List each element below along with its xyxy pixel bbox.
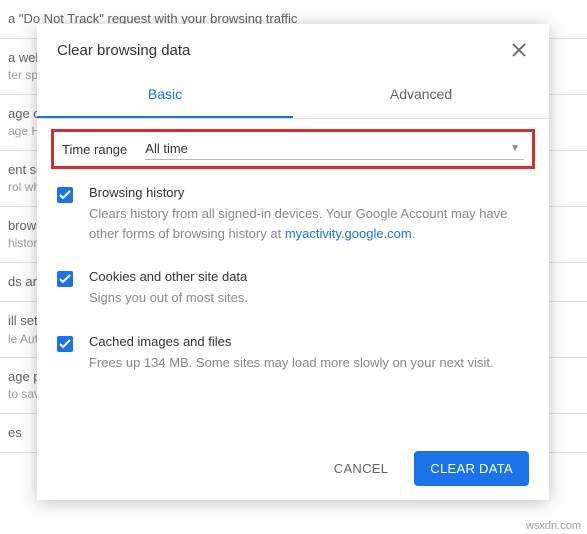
option-cache: Cached images and files Frees up 134 MB.… bbox=[57, 334, 529, 373]
time-range-highlight: Time range All time ▼ bbox=[51, 129, 535, 169]
option-body: Browsing history Clears history from all… bbox=[89, 185, 529, 243]
checkbox-cache[interactable] bbox=[57, 336, 73, 352]
option-body: Cookies and other site data Signs you ou… bbox=[89, 269, 248, 308]
options-list: Browsing history Clears history from all… bbox=[37, 175, 549, 398]
option-desc: Clears history from all signed-in device… bbox=[89, 204, 529, 243]
check-icon bbox=[59, 339, 71, 349]
option-title: Browsing history bbox=[89, 185, 529, 200]
tab-advanced[interactable]: Advanced bbox=[293, 72, 549, 118]
option-title: Cached images and files bbox=[89, 334, 494, 349]
tabs: Basic Advanced bbox=[37, 72, 549, 119]
check-icon bbox=[59, 274, 71, 284]
checkbox-browsing-history[interactable] bbox=[57, 187, 73, 203]
time-range-label: Time range bbox=[62, 142, 127, 157]
option-title: Cookies and other site data bbox=[89, 269, 248, 284]
myactivity-link[interactable]: myactivity.google.com bbox=[285, 226, 412, 241]
option-body: Cached images and files Frees up 134 MB.… bbox=[89, 334, 494, 373]
attribution-text: wsxdn.com bbox=[526, 520, 581, 532]
option-desc: Frees up 134 MB. Some sites may load mor… bbox=[89, 353, 494, 373]
dialog-title: Clear browsing data bbox=[57, 42, 190, 59]
time-range-select[interactable]: All time ▼ bbox=[145, 138, 524, 160]
check-icon bbox=[59, 190, 71, 200]
dialog-header: Clear browsing data bbox=[37, 24, 549, 60]
checkbox-cookies[interactable] bbox=[57, 271, 73, 287]
tab-basic[interactable]: Basic bbox=[37, 72, 293, 118]
desc-suffix: . bbox=[412, 226, 416, 241]
chevron-down-icon: ▼ bbox=[510, 143, 520, 154]
dialog-footer: CANCEL CLEAR DATA bbox=[37, 437, 549, 500]
option-desc: Signs you out of most sites. bbox=[89, 288, 248, 308]
clear-browsing-data-dialog: Clear browsing data Basic Advanced Time … bbox=[37, 24, 549, 500]
option-cookies: Cookies and other site data Signs you ou… bbox=[57, 269, 529, 308]
time-range-value: All time bbox=[145, 141, 188, 156]
close-button[interactable] bbox=[509, 40, 529, 60]
cancel-button[interactable]: CANCEL bbox=[318, 451, 405, 486]
option-browsing-history: Browsing history Clears history from all… bbox=[57, 185, 529, 243]
close-icon bbox=[512, 43, 526, 57]
clear-data-button[interactable]: CLEAR DATA bbox=[414, 451, 529, 486]
